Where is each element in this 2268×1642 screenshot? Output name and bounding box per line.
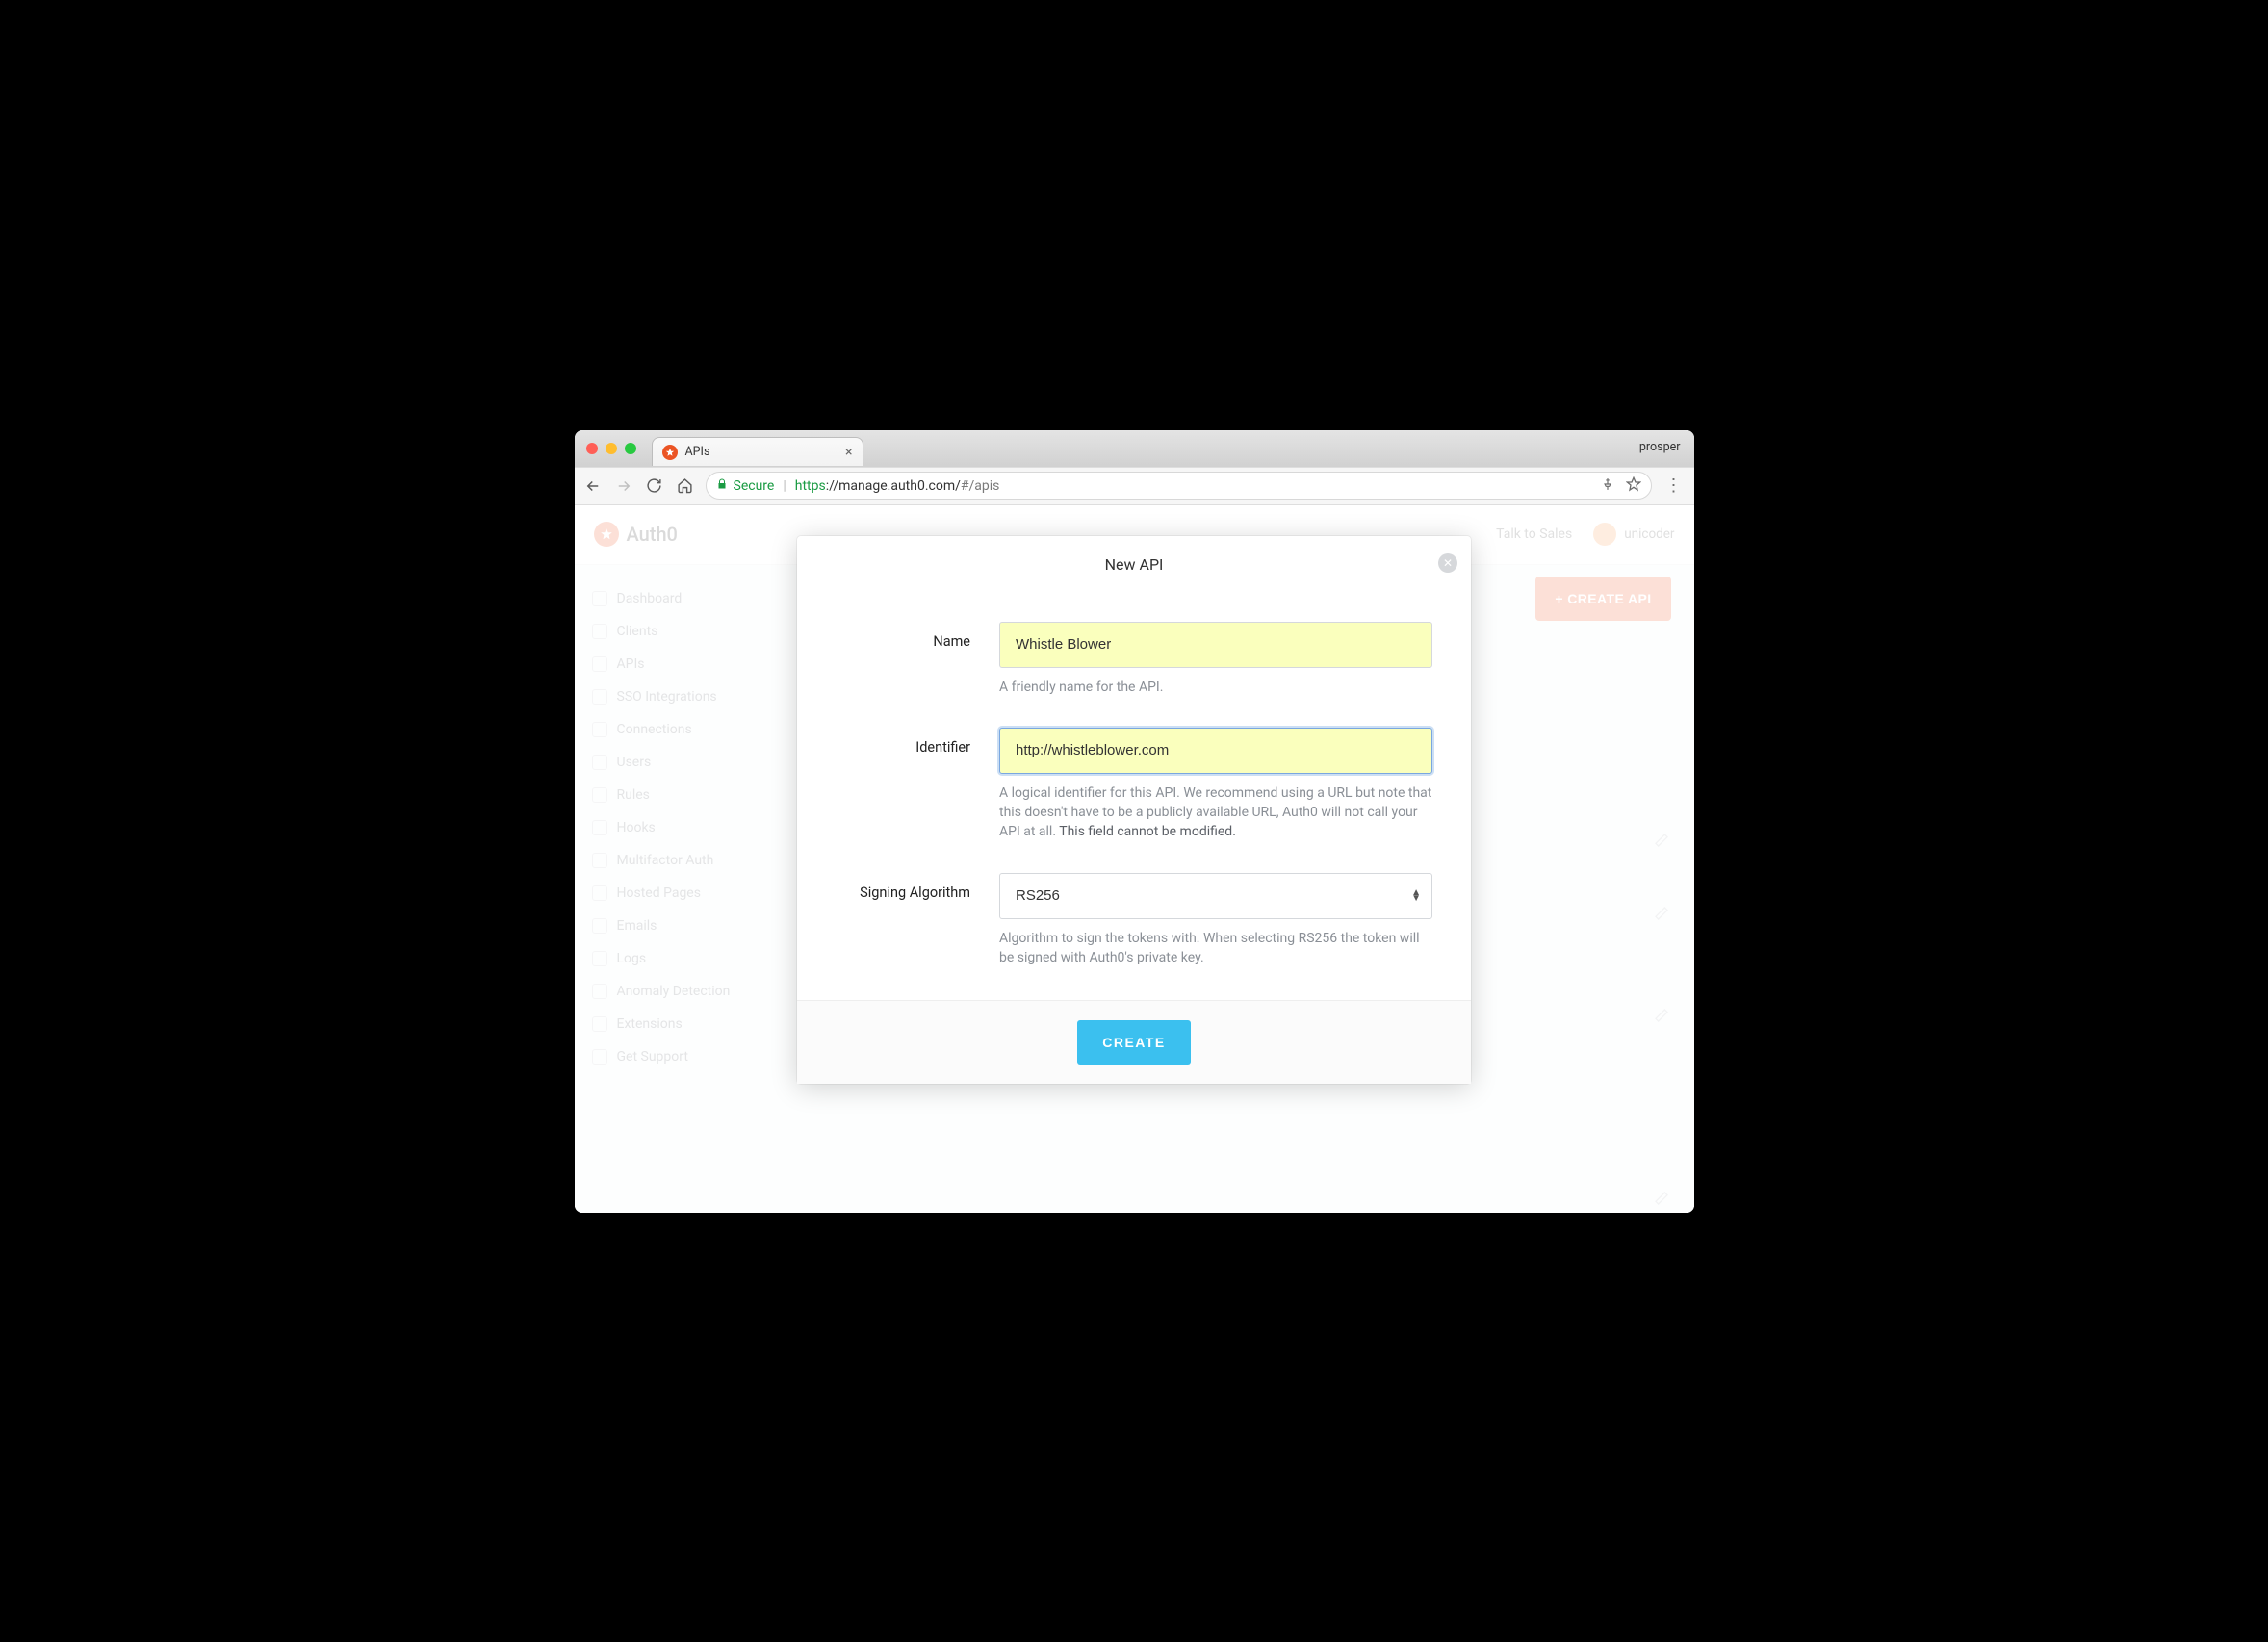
create-button[interactable]: CREATE bbox=[1077, 1020, 1191, 1065]
lock-icon bbox=[716, 478, 728, 494]
browser-window: APIs × prosper Secure | https://manage.a… bbox=[575, 430, 1694, 1213]
algorithm-select[interactable] bbox=[999, 873, 1432, 919]
window-close-icon[interactable] bbox=[586, 443, 598, 454]
tab-bar: APIs × prosper bbox=[575, 430, 1694, 467]
tab-close-icon[interactable]: × bbox=[845, 445, 852, 460]
algorithm-label: Signing Algorithm bbox=[836, 873, 970, 968]
name-label: Name bbox=[836, 622, 970, 697]
modal-overlay[interactable]: New API ✕ Name A friendly name for the A… bbox=[575, 505, 1694, 1213]
window-minimize-icon[interactable] bbox=[606, 443, 617, 454]
chrome-menu-icon[interactable]: ⋮ bbox=[1662, 475, 1687, 496]
form-row-name: Name A friendly name for the API. bbox=[836, 622, 1432, 697]
identifier-label: Identifier bbox=[836, 728, 970, 842]
traffic-lights bbox=[586, 443, 636, 454]
new-api-modal: New API ✕ Name A friendly name for the A… bbox=[797, 536, 1471, 1085]
back-icon[interactable] bbox=[582, 475, 604, 497]
url: https://manage.auth0.com/#/apis bbox=[795, 478, 1000, 494]
identifier-help: A logical identifier for this API. We re… bbox=[999, 783, 1432, 842]
toolbar: Secure | https://manage.auth0.com/#/apis… bbox=[575, 467, 1694, 505]
bookmark-star-icon[interactable] bbox=[1626, 476, 1641, 496]
home-icon[interactable] bbox=[675, 475, 696, 497]
modal-footer: CREATE bbox=[797, 1000, 1471, 1084]
browser-tab[interactable]: APIs × bbox=[652, 437, 863, 466]
reload-icon[interactable] bbox=[644, 475, 665, 497]
algorithm-help: Algorithm to sign the tokens with. When … bbox=[999, 929, 1432, 968]
form-row-algorithm: Signing Algorithm ▲▼ Algorithm to sign t… bbox=[836, 873, 1432, 968]
divider: | bbox=[783, 478, 786, 494]
modal-body: Name A friendly name for the API. Identi… bbox=[797, 581, 1471, 1001]
name-input[interactable] bbox=[999, 622, 1432, 668]
identifier-input[interactable] bbox=[999, 728, 1432, 774]
chrome-profile-label[interactable]: prosper bbox=[1639, 440, 1681, 454]
form-row-identifier: Identifier A logical identifier for this… bbox=[836, 728, 1432, 842]
tab-title: APIs bbox=[685, 445, 710, 459]
close-icon[interactable]: ✕ bbox=[1438, 553, 1457, 573]
modal-title: New API bbox=[797, 536, 1471, 581]
secure-label: Secure bbox=[734, 478, 775, 494]
pin-icon[interactable] bbox=[1601, 477, 1614, 495]
name-help: A friendly name for the API. bbox=[999, 678, 1432, 697]
auth0-favicon-icon bbox=[662, 445, 678, 460]
address-bar-icons bbox=[1601, 476, 1641, 496]
address-bar[interactable]: Secure | https://manage.auth0.com/#/apis bbox=[706, 472, 1652, 500]
window-maximize-icon[interactable] bbox=[625, 443, 636, 454]
page: Auth0 Talk to Sales unicoder Dashboard C… bbox=[575, 505, 1694, 1213]
forward-icon bbox=[613, 475, 634, 497]
